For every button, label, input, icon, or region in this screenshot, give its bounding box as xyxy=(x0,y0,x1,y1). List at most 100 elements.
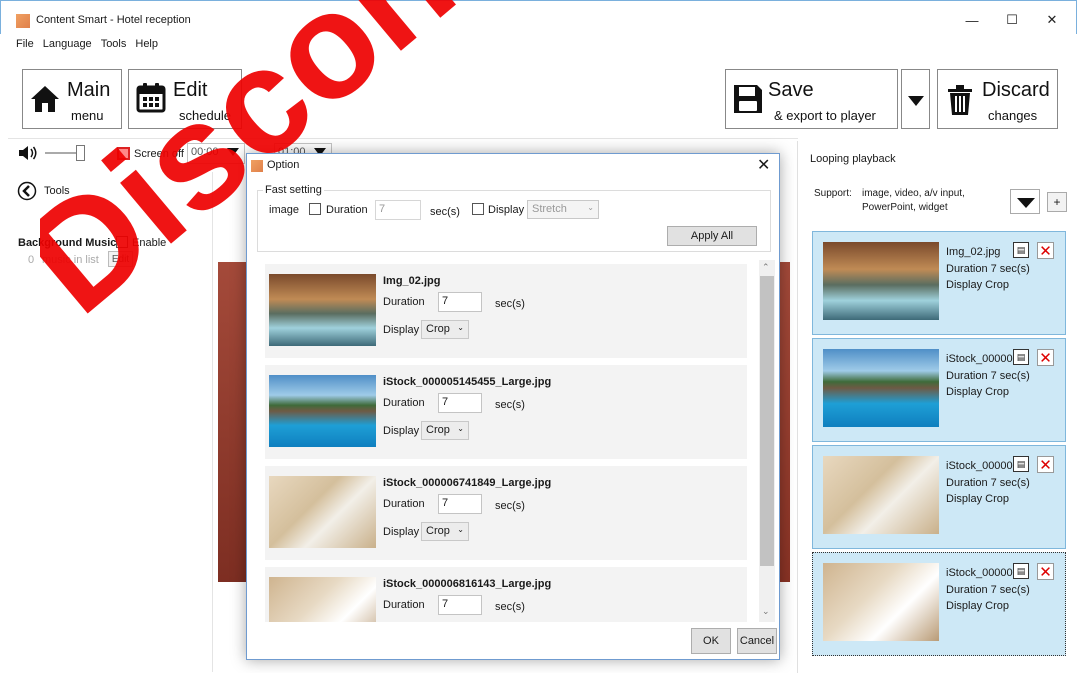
dialog-close-button[interactable]: ✕ xyxy=(757,155,770,175)
apply-all-label: Apply All xyxy=(690,230,734,242)
edit-button-subtitle: schedule xyxy=(179,108,232,123)
playlist-item-name: Img_02.jpg xyxy=(946,246,1001,258)
cancel-button[interactable]: Cancel xyxy=(737,628,777,654)
item-display-select[interactable]: Crop ⌄ xyxy=(421,421,469,440)
fast-duration-checkbox[interactable] xyxy=(309,203,321,215)
playlist-item-display: Display Crop xyxy=(946,600,1009,612)
item-duration-input[interactable]: 7 xyxy=(438,595,482,615)
add-content-label: + xyxy=(1053,195,1061,209)
menu-language[interactable]: Language xyxy=(43,38,92,54)
properties-icon[interactable]: ▤ xyxy=(1013,563,1029,579)
add-content-button[interactable]: + xyxy=(1047,192,1067,212)
playlist-item-duration: Duration 7 sec(s) xyxy=(946,370,1030,382)
delete-icon[interactable]: ✕ xyxy=(1037,349,1054,367)
looping-playback-title: Looping playback xyxy=(810,153,896,165)
item-display-select[interactable]: Crop ⌄ xyxy=(421,522,469,541)
chevron-down-icon: ⌄ xyxy=(587,203,594,212)
chevron-down-icon: ⌄ xyxy=(457,424,464,433)
screen-off-checkbox[interactable] xyxy=(117,147,130,160)
item-display-label: Display xyxy=(383,324,420,336)
edit-button-title: Edit xyxy=(173,79,208,101)
menu-file[interactable]: File xyxy=(16,38,34,54)
playlist-item[interactable]: iStock_0000061 Duration 7 sec(s) Display… xyxy=(812,552,1066,656)
main-menu-button[interactable]: Main menu xyxy=(22,69,122,129)
item-duration-input[interactable]: 7 xyxy=(438,393,482,413)
fast-display-checkbox[interactable] xyxy=(472,203,484,215)
main-button-subtitle: menu xyxy=(71,108,104,123)
playlist-item[interactable]: Img_02.jpg Duration 7 sec(s) Display Cro… xyxy=(812,231,1066,335)
playlist-item[interactable]: iStock_0000054 Duration 7 sec(s) Display… xyxy=(812,338,1066,442)
dialog-title: Option xyxy=(267,159,300,171)
delete-icon[interactable]: ✕ xyxy=(1037,242,1054,260)
dropdown-arrow-icon xyxy=(908,96,924,106)
playlist-item-name: iStock_0000068 xyxy=(946,460,1020,472)
item-duration-input[interactable]: 7 xyxy=(438,494,482,514)
enable-music-checkbox[interactable] xyxy=(116,236,128,248)
playlist-item-name: iStock_0000054 xyxy=(946,353,1020,365)
dialog-app-icon xyxy=(251,160,263,172)
list-item: iStock_000006816143_Large.jpg Duration 7… xyxy=(265,567,747,622)
item-display-value: Crop xyxy=(426,323,450,335)
enable-label: Enable xyxy=(132,237,167,249)
item-display-value: Crop xyxy=(426,424,450,436)
ok-button[interactable]: OK xyxy=(691,628,731,654)
list-scrollbar-thumb[interactable] xyxy=(760,276,774,566)
home-icon xyxy=(31,86,59,112)
item-filename: Img_02.jpg xyxy=(383,275,441,287)
maximize-button[interactable]: ☐ xyxy=(992,8,1032,32)
support-types-line2: PowerPoint, widget xyxy=(862,202,948,213)
item-display-select[interactable]: Crop ⌄ xyxy=(421,320,469,339)
properties-icon[interactable]: ▤ xyxy=(1013,456,1029,472)
menu-help[interactable]: Help xyxy=(135,38,158,54)
playlist-item-duration: Duration 7 sec(s) xyxy=(946,477,1030,489)
image-option-list: Img_02.jpg Duration 7 sec(s) Display Cro… xyxy=(257,260,771,622)
support-label: Support: xyxy=(814,188,852,199)
scroll-down-icon[interactable]: ⌄ xyxy=(762,606,770,617)
cancel-label: Cancel xyxy=(739,635,775,647)
playlist-item[interactable]: iStock_0000068 Duration 7 sec(s) Display… xyxy=(812,445,1066,549)
menu-tools[interactable]: Tools xyxy=(101,38,127,54)
tools-label: Tools xyxy=(44,185,70,197)
time-start-dropdown-icon[interactable] xyxy=(226,147,240,157)
properties-icon[interactable]: ▤ xyxy=(1013,242,1029,258)
fast-duration-unit: sec(s) xyxy=(430,206,460,218)
item-duration-unit: sec(s) xyxy=(495,399,525,411)
playlist-item-display: Display Crop xyxy=(946,493,1009,505)
fast-duration-input[interactable]: 7 xyxy=(375,200,421,220)
properties-icon[interactable]: ▤ xyxy=(1013,349,1029,365)
support-types-line1: image, video, a/v input, xyxy=(862,188,965,199)
item-duration-input[interactable]: 7 xyxy=(438,292,482,312)
fast-duration-label: Duration xyxy=(326,204,368,216)
playlist-item-duration: Duration 7 sec(s) xyxy=(946,584,1030,596)
screen-off-label: Screen off xyxy=(134,148,184,160)
add-type-dropdown[interactable] xyxy=(1010,189,1040,214)
playlist-item-thumbnail xyxy=(823,456,939,534)
discard-changes-button[interactable]: Discard changes xyxy=(937,69,1058,129)
playlist-item-duration: Duration 7 sec(s) xyxy=(946,263,1030,275)
item-thumbnail xyxy=(269,274,376,346)
save-export-button[interactable]: Save & export to player xyxy=(725,69,898,129)
item-duration-unit: sec(s) xyxy=(495,298,525,310)
item-filename: iStock_000006741849_Large.jpg xyxy=(383,477,552,489)
fast-display-select[interactable]: Stretch ⌄ xyxy=(527,200,599,219)
ok-label: OK xyxy=(703,635,719,647)
save-options-dropdown[interactable] xyxy=(901,69,930,129)
discard-button-subtitle: changes xyxy=(988,108,1038,123)
edit-schedule-button[interactable]: Edit schedule xyxy=(128,69,242,129)
delete-icon[interactable]: ✕ xyxy=(1037,563,1054,581)
list-item: iStock_000005145455_Large.jpg Duration 7… xyxy=(265,365,747,459)
minimize-button[interactable]: — xyxy=(952,8,992,32)
item-filename: iStock_000005145455_Large.jpg xyxy=(383,376,552,388)
volume-slider-thumb[interactable] xyxy=(76,145,85,161)
volume-icon[interactable] xyxy=(18,146,38,160)
delete-icon[interactable]: ✕ xyxy=(1037,456,1054,474)
item-thumbnail xyxy=(269,375,376,447)
back-circle-icon[interactable] xyxy=(17,181,37,201)
music-edit-button[interactable]: Edit xyxy=(108,251,133,267)
menu-bar: File Language Tools Help xyxy=(16,38,158,54)
item-duration-value: 7 xyxy=(442,295,449,307)
chevron-down-icon: ⌄ xyxy=(457,525,464,534)
close-button[interactable]: ✕ xyxy=(1032,8,1072,32)
scroll-up-icon[interactable]: ⌃ xyxy=(762,262,770,273)
apply-all-button[interactable]: Apply All xyxy=(667,226,757,246)
